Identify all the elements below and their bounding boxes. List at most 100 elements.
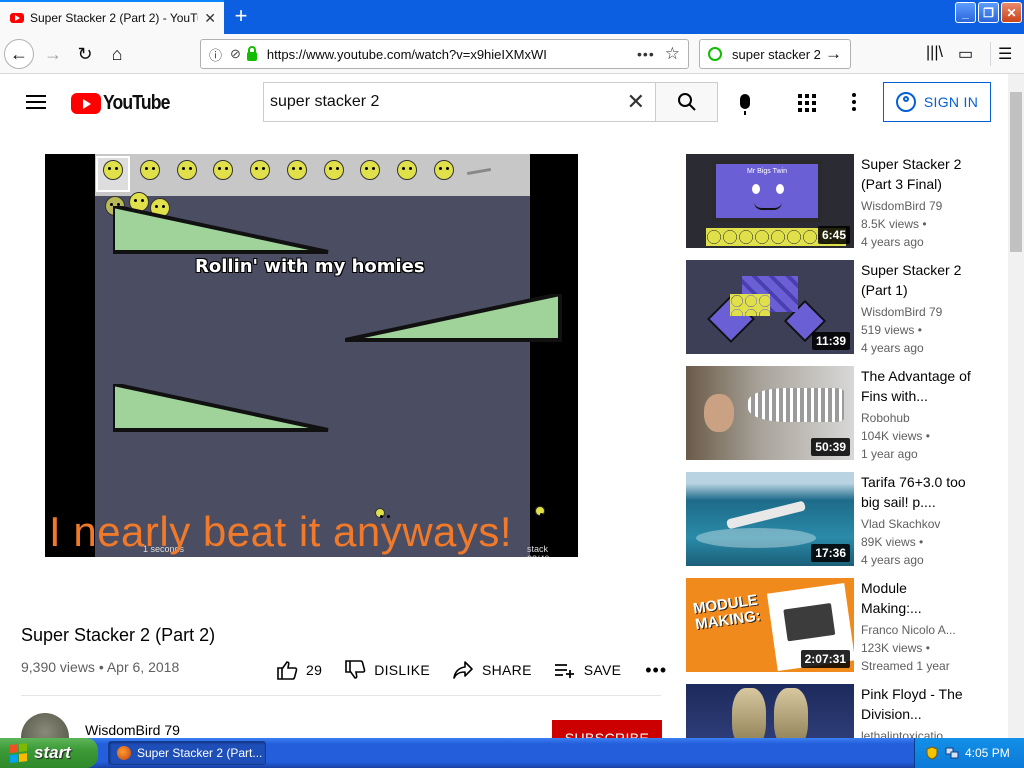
thumbnail-fish-skeleton bbox=[748, 388, 844, 422]
recommendation-item[interactable]: 50:39 The Advantage of Fins with... Robo… bbox=[686, 366, 986, 461]
more-actions-button[interactable]: ••• bbox=[645, 660, 667, 681]
thumbnail-head-left bbox=[732, 688, 766, 738]
recommendation-age: Streamed 1 year bbox=[861, 659, 950, 673]
apps-grid-icon[interactable] bbox=[798, 94, 816, 112]
start-button[interactable]: start bbox=[0, 738, 98, 768]
video-caption-bottom: I nearly beat it anyways! bbox=[49, 508, 513, 555]
guide-menu-icon[interactable] bbox=[26, 95, 46, 109]
youtube-search-input[interactable]: super stacker 2 ✕ bbox=[263, 82, 655, 122]
system-tray: 4:05 PM bbox=[914, 738, 1024, 768]
taskbar-window-firefox[interactable]: Super Stacker 2 (Part... bbox=[108, 741, 266, 765]
game-face-icon bbox=[397, 160, 417, 180]
thumbnail-label: MODULE MAKING: bbox=[692, 591, 762, 634]
recommendation-item[interactable]: Mr Bigs Twin 6:45 Super Stacker 2 (Part … bbox=[686, 154, 986, 249]
recommendation-thumbnail[interactable]: 17:36 bbox=[686, 472, 854, 566]
search-go-icon[interactable]: → bbox=[825, 44, 842, 64]
recommendation-item[interactable]: MODULE MAKING: 2:07:31 Module Making:...… bbox=[686, 578, 986, 673]
page-scrollbar[interactable] bbox=[1008, 74, 1024, 738]
thumbnail-head-right bbox=[774, 688, 808, 738]
sign-in-button[interactable]: SIGN IN bbox=[883, 82, 991, 122]
close-window-button[interactable]: ✕ bbox=[1001, 2, 1022, 23]
recommendation-thumbnail[interactable] bbox=[686, 684, 854, 738]
windows-taskbar: start Super Stacker 2 (Part... 4:05 PM bbox=[0, 738, 1024, 768]
browser-search-box[interactable]: super stacker 2 → bbox=[699, 39, 851, 69]
toolbar-separator bbox=[990, 42, 991, 66]
recommendation-views: 123K views • bbox=[861, 641, 930, 655]
like-count: 29 bbox=[306, 662, 323, 678]
thumbs-down-icon bbox=[345, 660, 366, 679]
sidebar-icon[interactable]: ▭ bbox=[958, 44, 973, 64]
like-button[interactable]: 29 bbox=[276, 660, 322, 680]
recommendation-title[interactable]: Super Stacker 2 (Part 3 Final) bbox=[861, 154, 971, 194]
recommendation-thumbnail[interactable]: MODULE MAKING: 2:07:31 bbox=[686, 578, 854, 672]
recommendation-age: 4 years ago bbox=[861, 553, 924, 567]
divider bbox=[21, 695, 661, 696]
recommendation-views: 8.5K views • bbox=[861, 217, 927, 231]
recommendation-title[interactable]: Tarifa 76+3.0 too big sail! p.... bbox=[861, 472, 971, 512]
forward-button[interactable]: → bbox=[38, 39, 68, 69]
new-tab-button[interactable]: + bbox=[230, 3, 252, 29]
taskbar-window-label: Super Stacker 2 (Part... bbox=[137, 746, 263, 760]
youtube-search-value[interactable]: super stacker 2 bbox=[270, 93, 627, 111]
recommendation-title[interactable]: Module Making:... bbox=[861, 578, 971, 618]
recommendation-title[interactable]: Super Stacker 2 (Part 1) bbox=[861, 260, 971, 300]
thumbnail-laptop bbox=[783, 603, 836, 642]
video-duration: 50:39 bbox=[811, 438, 850, 456]
youtube-header: YouTube super stacker 2 ✕ SIGN IN bbox=[0, 74, 1008, 130]
page-actions-icon[interactable]: ••• bbox=[637, 46, 655, 62]
minimize-button[interactable]: _ bbox=[955, 2, 976, 23]
youtube-search-button[interactable] bbox=[655, 82, 718, 122]
url-text[interactable]: https://www.youtube.com/watch?v=x9hieIXM… bbox=[267, 47, 637, 62]
autoplay-blocked-icon[interactable]: ⊘ bbox=[230, 46, 241, 62]
recommendation-thumbnail[interactable]: 11:39 bbox=[686, 260, 854, 354]
info-icon[interactable]: ⓘ bbox=[209, 45, 222, 64]
close-tab-icon[interactable]: ✕ bbox=[204, 10, 216, 27]
network-icon[interactable] bbox=[945, 746, 959, 760]
firefox-icon bbox=[117, 746, 131, 760]
recommendation-thumbnail[interactable]: Mr Bigs Twin 6:45 bbox=[686, 154, 854, 248]
game-face-icon bbox=[177, 160, 197, 180]
browser-search-value[interactable]: super stacker 2 bbox=[732, 47, 825, 62]
youtube-logo[interactable]: YouTube bbox=[71, 92, 179, 115]
recommendation-channel: Vlad Skachkov bbox=[861, 517, 941, 531]
video-duration: 11:39 bbox=[811, 332, 850, 350]
bookmark-star-icon[interactable]: ☆ bbox=[665, 44, 680, 64]
lock-icon bbox=[246, 45, 257, 61]
recommendation-thumbnail[interactable]: 50:39 bbox=[686, 366, 854, 460]
dislike-label: DISLIKE bbox=[374, 662, 430, 678]
recommendation-channel: Robohub bbox=[861, 411, 910, 425]
microphone-icon[interactable] bbox=[740, 94, 750, 115]
restore-button[interactable]: ❐ bbox=[978, 2, 999, 23]
video-actions: 29 DISLIKE SHARE SAVE ••• bbox=[276, 655, 667, 685]
game-face-icon bbox=[250, 160, 270, 180]
settings-more-icon[interactable] bbox=[852, 93, 856, 114]
scrollbar-thumb[interactable] bbox=[1010, 92, 1022, 252]
security-shield-icon[interactable] bbox=[925, 746, 939, 760]
thumbnail-monitor: Mr Bigs Twin bbox=[712, 160, 822, 222]
recommendation-title[interactable]: Pink Floyd - The Division... bbox=[861, 684, 971, 724]
home-button[interactable]: ⌂ bbox=[102, 39, 132, 69]
back-button[interactable]: ← bbox=[4, 39, 34, 69]
recommendation-views: 89K views • bbox=[861, 535, 924, 549]
browser-tab-active[interactable]: Super Stacker 2 (Part 2) - YouTube ✕ bbox=[0, 0, 224, 34]
menu-icon[interactable]: ☰ bbox=[998, 44, 1012, 64]
dislike-button[interactable]: DISLIKE bbox=[344, 660, 430, 680]
share-button[interactable]: SHARE bbox=[452, 660, 532, 680]
clear-search-icon[interactable]: ✕ bbox=[627, 89, 645, 115]
green-ramp bbox=[345, 294, 562, 342]
save-button[interactable]: SAVE bbox=[554, 660, 622, 680]
recommendation-item[interactable]: 17:36 Tarifa 76+3.0 too big sail! p.... … bbox=[686, 472, 986, 567]
recommendation-item[interactable]: 11:39 Super Stacker 2 (Part 1) WisdomBir… bbox=[686, 260, 986, 355]
thumbnail-sail bbox=[725, 500, 807, 530]
recommendation-age: 4 years ago bbox=[861, 341, 924, 355]
reload-button[interactable]: ↻ bbox=[70, 39, 100, 69]
channel-name[interactable]: WisdomBird 79 bbox=[85, 722, 180, 738]
address-bar[interactable]: ⓘ ⊘ https://www.youtube.com/watch?v=x9hi… bbox=[200, 39, 689, 69]
game-plank-icon bbox=[466, 167, 492, 176]
video-player[interactable]: 1 seconds stack 28/40 Rollin' with my ho… bbox=[45, 154, 578, 557]
clock[interactable]: 4:05 PM bbox=[965, 746, 1010, 760]
recommendation-item[interactable]: Pink Floyd - The Division... lethalintox… bbox=[686, 684, 986, 738]
recommendation-channel: lethalintoxicatio bbox=[861, 729, 944, 738]
library-icon[interactable]: |||\ bbox=[926, 44, 943, 62]
recommendation-title[interactable]: The Advantage of Fins with... bbox=[861, 366, 971, 406]
